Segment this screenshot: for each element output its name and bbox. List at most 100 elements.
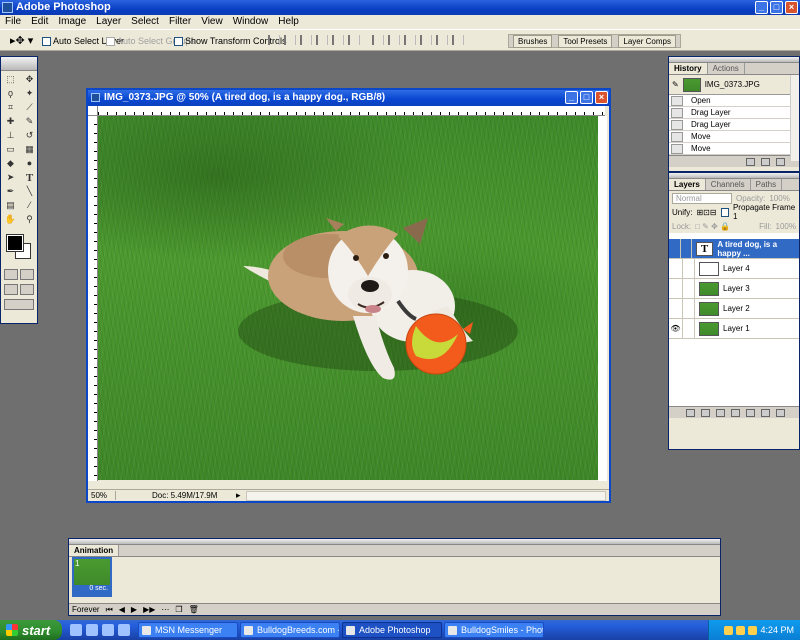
menu-filter[interactable]: Filter [164, 15, 196, 29]
layer-row[interactable]: Layer 3 [669, 278, 799, 299]
vertical-ruler[interactable] [88, 116, 98, 481]
doc-close-button[interactable]: × [595, 91, 608, 104]
brush-tool-icon[interactable]: ✎ [22, 116, 37, 128]
show-desktop-icon[interactable] [118, 624, 130, 636]
layer-row[interactable]: 👁 Layer 1 [669, 318, 799, 339]
quick-mask-mode-icon[interactable] [20, 269, 34, 280]
foreground-color-swatch[interactable] [6, 234, 24, 252]
line-tool-icon[interactable]: ╲ [22, 186, 37, 198]
menu-select[interactable]: Select [126, 15, 164, 29]
toolbox-header[interactable] [1, 57, 37, 71]
tab-history[interactable]: History [669, 63, 708, 74]
magic-wand-tool-icon[interactable]: ✦ [22, 88, 37, 100]
maximize-button[interactable]: □ [770, 1, 783, 14]
well-tab-tool-presets[interactable]: Tool Presets [558, 34, 613, 48]
history-item[interactable]: Drag Layer [669, 107, 799, 119]
history-snapshot[interactable]: ✎ IMG_0373.JPG [669, 75, 799, 95]
link-layers-icon[interactable] [686, 408, 695, 417]
align-middle-icon[interactable] [284, 35, 296, 45]
delete-state-icon[interactable] [776, 157, 785, 166]
standard-mode-icon[interactable] [4, 269, 18, 280]
type-tool-icon[interactable]: T [22, 172, 37, 184]
opacity-value[interactable]: 100% [769, 194, 789, 203]
adjustment-layer-icon[interactable] [731, 408, 740, 417]
menu-layer[interactable]: Layer [91, 15, 126, 29]
link-indicator[interactable] [683, 278, 695, 299]
image-canvas[interactable] [98, 116, 598, 480]
visibility-toggle[interactable] [669, 278, 683, 299]
marquee-tool-icon[interactable]: ⬚ [3, 74, 18, 86]
new-snapshot-icon[interactable] [761, 157, 770, 166]
new-group-icon[interactable] [746, 408, 755, 417]
link-indicator[interactable] [683, 258, 695, 279]
clone-stamp-tool-icon[interactable]: ⊥ [3, 130, 18, 142]
unify-icons[interactable]: ⊞⊡⊟ [696, 208, 716, 217]
doc-minimize-button[interactable]: _ [565, 91, 578, 104]
delete-frame-icon[interactable]: 🗑 [189, 605, 199, 614]
loop-select[interactable]: Forever [72, 605, 100, 614]
delete-layer-icon[interactable] [776, 408, 785, 417]
dodge-tool-icon[interactable]: ● [22, 158, 37, 170]
app-titlebar[interactable]: Adobe Photoshop _ □ × [0, 0, 800, 15]
task-msn-messenger[interactable]: MSN Messenger [138, 622, 238, 638]
first-frame-icon[interactable]: ⏮ [106, 605, 113, 615]
tab-animation[interactable]: Animation [69, 545, 120, 556]
document-titlebar[interactable]: IMG_0373.JPG @ 50% (A tired dog, is a ha… [88, 90, 609, 106]
task-bulldogsmiles[interactable]: BulldogSmiles - Photo... [444, 622, 544, 638]
status-menu-arrow-icon[interactable]: ▸ [236, 490, 246, 501]
tray-icon[interactable] [748, 625, 758, 635]
visibility-toggle[interactable] [669, 298, 683, 319]
media-player-icon[interactable] [102, 624, 114, 636]
menu-file[interactable]: File [0, 15, 26, 29]
tray-icon[interactable] [724, 625, 734, 635]
play-icon[interactable]: ▶ [131, 605, 137, 614]
jump-to-imageready-icon[interactable] [4, 299, 34, 310]
path-selection-tool-icon[interactable]: ➤ [3, 172, 18, 184]
horizontal-ruler[interactable] [98, 106, 605, 116]
zoom-tool-icon[interactable]: ⚲ [22, 214, 37, 226]
clock[interactable]: 4:24 PM [760, 625, 794, 635]
tab-paths[interactable]: Paths [751, 179, 783, 190]
slice-tool-icon[interactable]: ⟋ [22, 102, 37, 114]
close-button[interactable]: × [785, 1, 798, 14]
frame-delay[interactable]: 0 sec. [74, 585, 110, 592]
link-indicator[interactable] [681, 238, 692, 259]
ruler-origin[interactable] [88, 106, 98, 116]
tween-icon[interactable]: ⋯ [161, 605, 169, 614]
distribute-bottom-icon[interactable] [404, 35, 416, 45]
menu-image[interactable]: Image [53, 15, 91, 29]
horizontal-scrollbar[interactable] [246, 490, 606, 501]
eraser-tool-icon[interactable]: ▭ [3, 144, 18, 156]
new-layer-icon[interactable] [761, 408, 770, 417]
history-item[interactable]: Move [669, 143, 799, 155]
menu-help[interactable]: Help [273, 15, 304, 29]
animation-frame[interactable]: 1 0 sec. [72, 557, 112, 597]
outlook-icon[interactable] [86, 624, 98, 636]
well-tab-brushes[interactable]: Brushes [513, 34, 553, 48]
task-bulldogbreeds[interactable]: BulldogBreeds.com - ... [240, 622, 340, 638]
align-left-icon[interactable] [316, 35, 328, 45]
history-brush-source-icon[interactable]: ✎ [672, 80, 679, 89]
tab-layers[interactable]: Layers [669, 179, 706, 190]
show-transform-checkbox[interactable] [174, 36, 183, 46]
distribute-top-icon[interactable] [372, 35, 384, 45]
link-indicator[interactable] [683, 318, 695, 339]
start-button[interactable]: start [0, 620, 62, 640]
distribute-right-icon[interactable] [452, 35, 464, 45]
layer-row[interactable]: Layer 2 [669, 298, 799, 319]
tab-channels[interactable]: Channels [706, 179, 751, 190]
layer-row[interactable]: Layer 4 [669, 258, 799, 279]
doc-maximize-button[interactable]: □ [580, 91, 593, 104]
crop-tool-icon[interactable]: ⌗ [3, 102, 18, 114]
menu-window[interactable]: Window [228, 15, 274, 29]
well-tab-layer-comps[interactable]: Layer Comps [618, 34, 676, 48]
eye-icon[interactable]: 👁 [669, 318, 683, 339]
notes-tool-icon[interactable]: ▤ [3, 200, 18, 212]
minimize-button[interactable]: _ [755, 1, 768, 14]
ie-icon[interactable] [70, 624, 82, 636]
history-item[interactable]: Open [669, 95, 799, 107]
previous-frame-icon[interactable]: ◀ [119, 605, 125, 614]
layer-style-icon[interactable] [701, 408, 710, 417]
align-right-icon[interactable] [348, 35, 360, 45]
move-tool-preset-icon[interactable]: ▸✥ ▾ [10, 34, 33, 47]
